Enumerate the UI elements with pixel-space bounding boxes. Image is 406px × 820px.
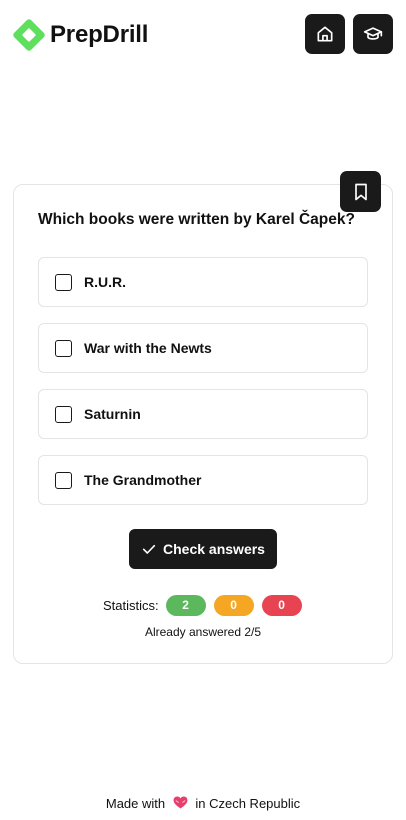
answer-label: War with the Newts <box>84 340 212 356</box>
answer-label: The Grandmother <box>84 472 202 488</box>
answer-checkbox[interactable] <box>55 273 72 291</box>
answer-checkbox[interactable] <box>55 471 72 489</box>
graduation-cap-icon <box>363 27 383 40</box>
logo-diamond-icon <box>13 19 45 51</box>
heart-icon <box>173 796 188 809</box>
app-name: PrepDrill <box>50 21 149 48</box>
statistics: Statistics: 2 0 0 <box>103 594 302 616</box>
answer-option[interactable]: The Grandmother <box>38 455 368 505</box>
answer-label: R.U.R. <box>84 274 126 290</box>
bookmark-button[interactable] <box>340 171 381 212</box>
footer-location: in Czech Republic <box>195 796 301 811</box>
answer-option[interactable]: War with the Newts <box>38 323 368 373</box>
answer-option[interactable]: R.U.R. <box>38 257 368 307</box>
answer-option[interactable]: Saturnin <box>38 389 368 439</box>
correct-count-badge: 2 <box>165 594 206 616</box>
answer-checkbox[interactable] <box>55 339 72 357</box>
footer-made-with: Made with <box>105 796 166 811</box>
home-button[interactable] <box>305 14 345 54</box>
courses-button[interactable] <box>353 14 393 54</box>
bookmark-icon <box>354 183 367 200</box>
answer-label: Saturnin <box>84 406 141 422</box>
answered-progress-text: Already answered 2/5 <box>144 625 262 639</box>
home-icon <box>317 26 333 42</box>
footer: Made with in Czech Republic <box>0 796 406 811</box>
app-header: PrepDrill <box>0 0 406 72</box>
wrong-count-badge: 0 <box>261 594 302 616</box>
check-answers-button[interactable]: Check answers <box>129 529 277 569</box>
question-text: Which books were written by Karel Čapek? <box>38 211 355 228</box>
partial-count-badge: 0 <box>213 594 254 616</box>
answer-checkbox[interactable] <box>55 405 72 423</box>
statistics-label: Statistics: <box>103 597 159 613</box>
check-answers-label: Check answers <box>163 541 265 557</box>
checkmark-icon <box>142 544 156 554</box>
logo[interactable]: PrepDrill <box>12 18 148 52</box>
